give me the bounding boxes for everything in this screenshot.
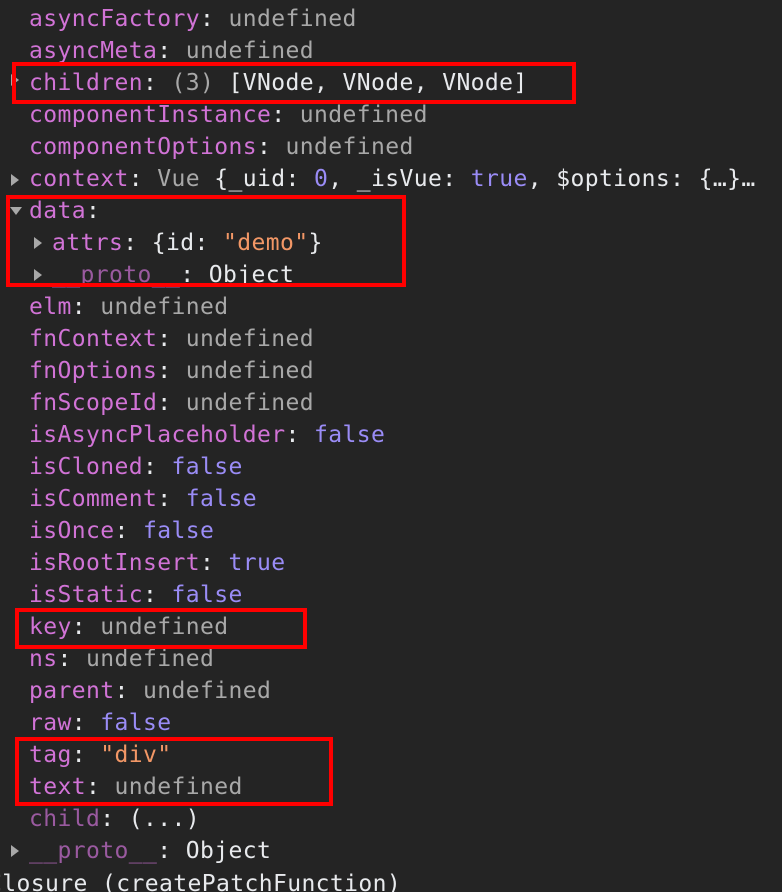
prop-value: undefined — [185, 38, 314, 64]
prop-key: raw — [29, 710, 72, 736]
prop-proto[interactable]: __proto__: Object — [29, 835, 271, 867]
prop-key: isRootInsert — [29, 550, 200, 576]
prop-key: children — [29, 70, 143, 96]
class-name: Vue — [157, 166, 200, 192]
prop-key: fnContext — [29, 326, 158, 352]
prop-isComment: isComment: false — [29, 486, 257, 512]
expand-triangle-icon[interactable] — [11, 845, 19, 857]
prop-key: fnOptions — [29, 358, 158, 384]
prop-key: isAsyncPlaceholder — [29, 422, 286, 448]
prop-fnScopeId: fnScopeId: undefined — [29, 390, 314, 416]
prop-children[interactable]: children: (3) [VNode, VNode, VNode] — [29, 67, 528, 99]
prop-key: attrs — [52, 230, 124, 256]
expand-triangle-icon[interactable] — [34, 237, 42, 249]
prop-key: ns — [29, 646, 58, 672]
prop-value: false — [185, 486, 257, 512]
prop-isCloned: isCloned: false — [29, 454, 243, 480]
prop-isRootInsert: isRootInsert: true — [29, 550, 286, 576]
prop-child[interactable]: child: (...) — [29, 803, 200, 835]
prop-key: asyncMeta — [29, 38, 158, 64]
prop-value: true — [228, 550, 286, 576]
prop-key: componentInstance — [29, 102, 272, 128]
prop-fnOptions: fnOptions: undefined — [29, 358, 314, 384]
prop-value: false — [142, 518, 215, 544]
prop-key: parent — [29, 678, 115, 704]
prop-key: isCloned — [29, 454, 143, 480]
invoke-getter[interactable]: (...) — [129, 806, 200, 832]
prop-asyncMeta: asyncMeta: undefined — [29, 38, 314, 64]
prop-isAsyncPlaceholder: isAsyncPlaceholder: false — [29, 422, 386, 448]
prop-key: isComment — [29, 486, 158, 512]
prop-tag: tag: "div" — [29, 742, 172, 768]
prop-value: false — [313, 422, 386, 448]
collapse-triangle-icon[interactable] — [10, 207, 22, 215]
prop-data[interactable]: data: — [29, 195, 100, 227]
prop-key: tag — [29, 742, 72, 768]
prop-key: key — [29, 614, 72, 640]
prop-asyncFactory: asyncFactory: undefined — [29, 6, 357, 32]
prop-ns: ns: undefined — [29, 646, 215, 672]
closure-scope[interactable]: Closure (createPatchFunction) — [0, 868, 401, 892]
prop-key: elm — [29, 294, 72, 320]
prop-key: isOnce — [29, 518, 115, 544]
prop-text: text: undefined — [29, 774, 243, 800]
closure-label: Closure (createPatchFunction) — [0, 871, 402, 892]
prop-value: undefined — [86, 646, 215, 672]
prop-value: undefined — [285, 134, 414, 160]
prop-isStatic: isStatic: false — [29, 582, 243, 608]
prop-key: __proto__ — [29, 838, 158, 864]
prop-value: [VNode, VNode, VNode] — [228, 70, 528, 96]
prop-value: "div" — [100, 742, 172, 768]
prop-value: false — [171, 454, 243, 480]
expand-triangle-icon[interactable] — [11, 174, 19, 186]
prop-value: undefined — [114, 774, 243, 800]
prop-key: fnScopeId — [29, 390, 158, 416]
prop-value: undefined — [185, 390, 314, 416]
prop-value: undefined — [100, 294, 229, 320]
array-count: (3) — [171, 70, 215, 96]
prop-key: componentOptions — [29, 134, 257, 160]
prop-key-row: key: undefined — [29, 614, 229, 640]
prop-raw: raw: false — [29, 710, 172, 736]
string-value: "demo" — [223, 230, 309, 256]
prop-data-proto[interactable]: __proto__: Object — [52, 259, 294, 288]
prop-context[interactable]: context: Vue {_uid: 0, _isVue: true, $op… — [29, 163, 756, 195]
prop-value: false — [100, 710, 172, 736]
expand-triangle-icon[interactable] — [34, 269, 42, 281]
prop-value: undefined — [185, 358, 314, 384]
prop-value: undefined — [228, 6, 357, 32]
prop-value: undefined — [299, 102, 428, 128]
prop-key: data — [29, 198, 86, 224]
prop-componentOptions: componentOptions: undefined — [29, 134, 414, 160]
expand-triangle-icon[interactable] — [11, 74, 19, 86]
prop-elm: elm: undefined — [29, 294, 229, 320]
prop-key: isStatic — [29, 582, 143, 608]
prop-isOnce: isOnce: false — [29, 518, 215, 544]
prop-parent: parent: undefined — [29, 678, 272, 704]
prop-attrs[interactable]: attrs: {id: "demo"} — [52, 227, 323, 259]
prop-key: text — [29, 774, 86, 800]
prop-key: __proto__ — [52, 262, 181, 288]
prop-value: Object — [185, 838, 272, 864]
prop-fnContext: fnContext: undefined — [29, 326, 314, 352]
prop-value: undefined — [185, 326, 314, 352]
prop-value: false — [171, 582, 243, 608]
prop-value: undefined — [100, 614, 229, 640]
prop-key: child — [29, 806, 101, 832]
prop-key: asyncFactory — [29, 6, 200, 32]
prop-componentInstance: componentInstance: undefined — [29, 102, 428, 128]
prop-key: context — [29, 166, 129, 192]
prop-value: undefined — [142, 678, 272, 704]
prop-value: Object — [208, 262, 295, 288]
